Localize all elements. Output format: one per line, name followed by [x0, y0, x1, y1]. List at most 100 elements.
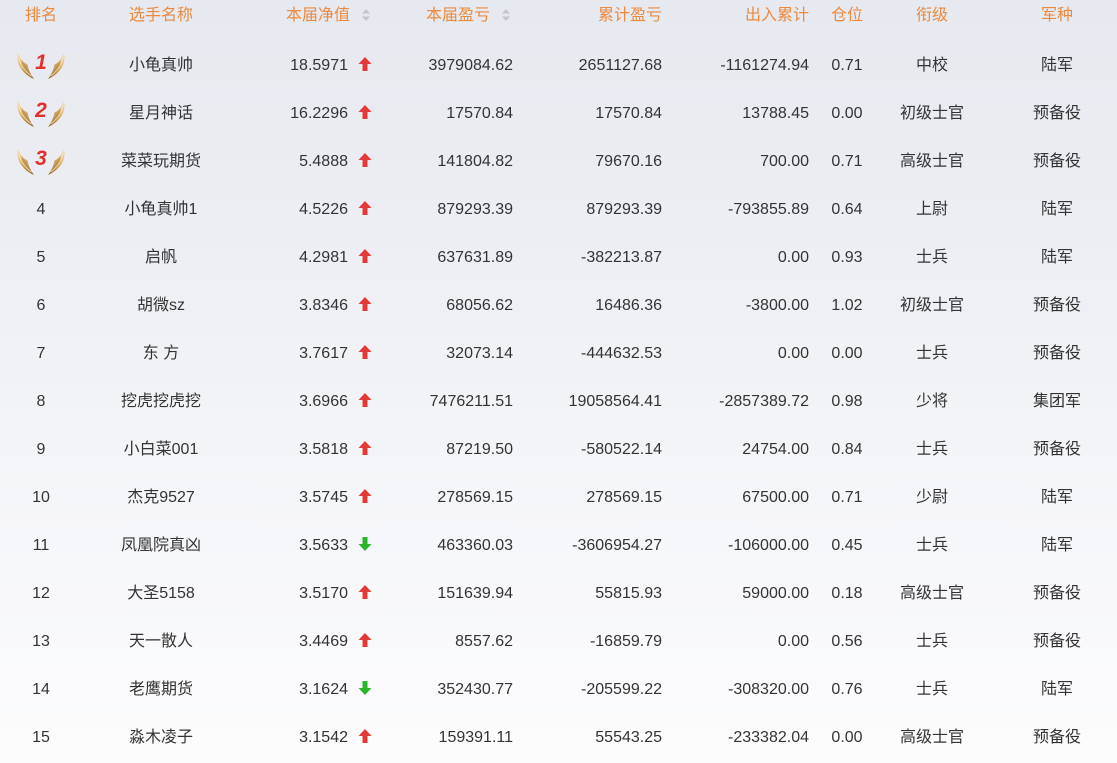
- player-name[interactable]: 星月神话: [129, 105, 193, 122]
- rank-number: 3: [35, 146, 47, 170]
- period-pnl: 879293.39: [437, 201, 513, 218]
- period-pnl: 159391.11: [438, 729, 513, 746]
- player-name[interactable]: 大圣5158: [127, 585, 195, 602]
- rank-cell-cell: 5: [0, 234, 82, 282]
- rank-cell-cell: 2: [0, 90, 82, 138]
- column-label: 排名: [24, 7, 57, 24]
- column-label: 本届盈亏: [425, 7, 490, 24]
- total-pnl: -16859.79: [589, 633, 662, 650]
- position-cell: 0.56: [820, 618, 874, 666]
- rank-title: 初级士官: [899, 105, 964, 122]
- total-pnl: -444632.53: [581, 345, 662, 362]
- net-flow-cell: 13788.45: [680, 90, 820, 138]
- arrow-down-icon: [358, 536, 372, 552]
- table-row: 4 小龟真帅1 4.5226 879293.39 879293.39 -793855.89…: [0, 186, 1117, 234]
- player-name[interactable]: 东 方: [143, 345, 179, 362]
- header-position: 仓位: [820, 0, 874, 42]
- period-pnl: 463360.03: [437, 537, 513, 554]
- player-name-cell: 星月神话: [82, 90, 240, 138]
- position: 0.00: [831, 345, 863, 362]
- net-flow-cell: 0.00: [680, 618, 820, 666]
- net-flow-cell: 24754.00: [680, 426, 820, 474]
- period-pnl-cell: 637631.89: [390, 234, 530, 282]
- rank-cell-cell: 13: [0, 618, 82, 666]
- position: 0.00: [831, 729, 863, 746]
- net-value-cell: 3.6966: [240, 378, 390, 426]
- player-name-cell: 启帆: [82, 234, 240, 282]
- branch-cell: 预备役: [990, 618, 1117, 666]
- period-pnl-cell: 151639.94: [390, 570, 530, 618]
- rank-title-cell: 士兵: [874, 522, 990, 570]
- period-pnl-cell: 352430.77: [390, 666, 530, 714]
- branch-cell: 预备役: [990, 570, 1117, 618]
- net-flow-cell: -3800.00: [680, 282, 820, 330]
- branch-cell: 陆军: [990, 42, 1117, 90]
- table-row: 14 老鹰期货 3.1624 352430.77 -205599.22 -308320.0…: [0, 666, 1117, 714]
- branch: 陆军: [1040, 489, 1073, 506]
- table-row: 11 凤凰院真凶 3.5633 463360.03 -3606954.27 -106000…: [0, 522, 1117, 570]
- branch-cell: 陆军: [990, 522, 1117, 570]
- net-flow: -308320.00: [728, 681, 809, 698]
- player-name[interactable]: 老鹰期货: [129, 681, 193, 698]
- rank-title: 少尉: [915, 489, 948, 506]
- position: 0.56: [831, 633, 863, 650]
- rank-cell-cell: 15: [0, 714, 82, 762]
- player-name[interactable]: 小白菜001: [124, 441, 199, 458]
- arrow-down-icon: [358, 680, 372, 696]
- player-name[interactable]: 菜菜玩期货: [121, 153, 201, 170]
- net-value: 3.5818: [299, 441, 348, 458]
- position: 0.76: [831, 681, 863, 698]
- header-branch: 军种: [990, 0, 1117, 42]
- sort-icon[interactable]: [362, 9, 370, 21]
- player-name[interactable]: 淼木凌子: [129, 729, 193, 746]
- net-flow-cell: -1161274.94: [680, 42, 820, 90]
- net-flow: -793855.89: [728, 201, 809, 218]
- rank-cell: 14: [32, 681, 50, 698]
- player-name[interactable]: 杰克9527: [127, 489, 195, 506]
- table-row: 10 杰克9527 3.5745 278569.15 278569.15 67500.00…: [0, 474, 1117, 522]
- net-flow-cell: -233382.04: [680, 714, 820, 762]
- period-pnl-cell: 87219.50: [390, 426, 530, 474]
- total-pnl-cell: 79670.16: [530, 138, 680, 186]
- position-cell: 0.98: [820, 378, 874, 426]
- header-rank: 排名: [0, 0, 82, 42]
- net-value-cell: 3.5170: [240, 570, 390, 618]
- branch: 集团军: [1032, 393, 1081, 410]
- rank-cell-cell: 12: [0, 570, 82, 618]
- net-flow-cell: 67500.00: [680, 474, 820, 522]
- net-value: 3.5633: [299, 537, 348, 554]
- player-name[interactable]: 启帆: [145, 249, 177, 266]
- header-net-value[interactable]: 本届净值: [240, 0, 390, 42]
- position-cell: 0.84: [820, 426, 874, 474]
- period-pnl-cell: 8557.62: [390, 618, 530, 666]
- player-name[interactable]: 挖虎挖虎挖: [121, 393, 201, 410]
- total-pnl: 2651127.68: [578, 57, 662, 74]
- arrow-up-icon: [358, 632, 372, 648]
- player-name[interactable]: 小龟真帅: [129, 57, 193, 74]
- table-row: 1 小龟真帅 18.5971 3979084.62 2651127.68 -1161274…: [0, 42, 1117, 90]
- player-name[interactable]: 凤凰院真凶: [121, 537, 201, 554]
- player-name[interactable]: 胡微sz: [137, 297, 185, 314]
- position-cell: 0.71: [820, 138, 874, 186]
- total-pnl: 19058564.41: [568, 393, 662, 410]
- rank-title-cell: 初级士官: [874, 282, 990, 330]
- rank-title-cell: 高级士官: [874, 714, 990, 762]
- rank-title: 士兵: [915, 537, 948, 554]
- player-name-cell: 小龟真帅: [82, 42, 240, 90]
- net-flow-cell: 59000.00: [680, 570, 820, 618]
- player-name[interactable]: 小龟真帅1: [125, 201, 198, 218]
- rank-title: 士兵: [915, 345, 948, 362]
- player-name[interactable]: 天一散人: [129, 633, 193, 650]
- position-cell: 0.00: [820, 330, 874, 378]
- period-pnl: 17570.84: [446, 105, 513, 122]
- branch-cell: 陆军: [990, 186, 1117, 234]
- sort-icon[interactable]: [502, 9, 510, 21]
- player-name-cell: 杰克9527: [82, 474, 240, 522]
- rank-cell: 10: [32, 489, 50, 506]
- position-cell: 0.00: [820, 714, 874, 762]
- laurel-wings-icon: 2: [15, 99, 67, 129]
- header-period-pnl[interactable]: 本届盈亏: [390, 0, 530, 42]
- net-flow-cell: -106000.00: [680, 522, 820, 570]
- total-pnl-cell: -580522.14: [530, 426, 680, 474]
- laurel-wings-icon: 3: [15, 147, 67, 177]
